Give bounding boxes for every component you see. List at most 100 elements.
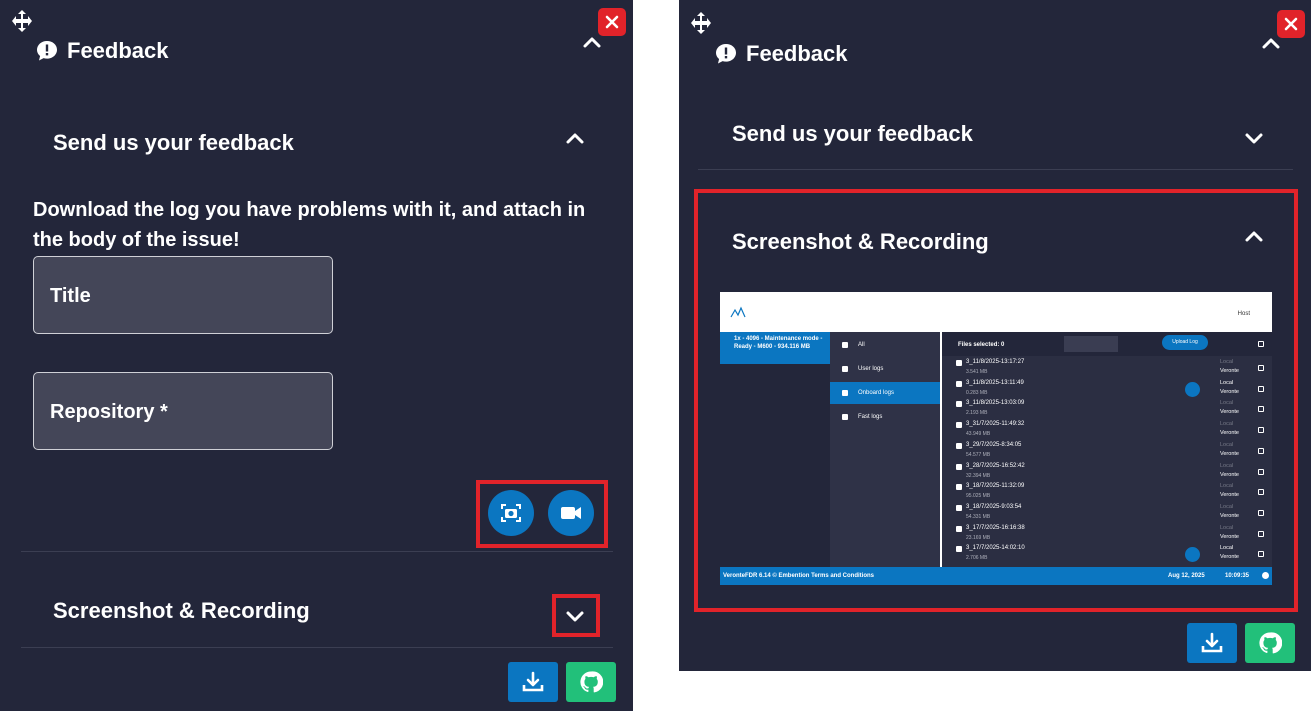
log-remote: Veronte bbox=[1220, 471, 1239, 478]
log-name: 3_11/8/2025-13:17:27 bbox=[966, 359, 1025, 365]
preview-log-row: 3_11/8/2025-13:11:49 0.283 MB Local Veronte bbox=[942, 379, 1272, 400]
preview-checkbox bbox=[1258, 385, 1264, 392]
log-icon bbox=[956, 546, 962, 553]
app-logo-icon bbox=[730, 306, 746, 318]
log-name: 3_17/7/2025-14:02:10 bbox=[966, 545, 1025, 552]
github-button[interactable] bbox=[1245, 623, 1295, 663]
log-icon bbox=[956, 463, 962, 470]
send-feedback-chevron-down-icon[interactable] bbox=[1242, 126, 1266, 150]
preview-nav-item: All bbox=[830, 334, 940, 356]
log-local: Local bbox=[1220, 462, 1234, 469]
log-remote: Veronte bbox=[1220, 409, 1239, 416]
close-icon bbox=[1284, 17, 1298, 31]
log-local: Local bbox=[1220, 359, 1234, 365]
section-divider bbox=[21, 647, 613, 648]
log-local: Local bbox=[1220, 524, 1234, 531]
preview-checkbox bbox=[1258, 365, 1264, 371]
preview-files-selected: Files selected: 0 bbox=[958, 342, 1005, 348]
preview-nav-item: Fast logs bbox=[830, 406, 940, 428]
chart-icon bbox=[1185, 381, 1200, 397]
screenshot-section-title[interactable]: Screenshot & Recording bbox=[732, 229, 989, 255]
github-icon bbox=[580, 671, 603, 693]
video-camera-icon bbox=[561, 507, 581, 519]
preview-checkbox bbox=[1258, 551, 1264, 558]
preview-device-list bbox=[720, 364, 830, 567]
github-button[interactable] bbox=[566, 662, 616, 702]
preview-log-row: 3_28/7/2025-16:52:42 32.394 MB Local Veront… bbox=[942, 462, 1272, 483]
log-icon bbox=[956, 422, 962, 429]
log-local: Local bbox=[1220, 503, 1234, 510]
preview-checkbox bbox=[1258, 341, 1264, 347]
log-size: 43.949 MB bbox=[966, 431, 991, 438]
screenshot-section-chevron-up-icon[interactable] bbox=[1242, 225, 1266, 249]
preview-device-info: 1x - 4096 - Maintenance mode - Ready - M… bbox=[720, 332, 830, 364]
log-size: 0.283 MB bbox=[966, 389, 988, 396]
download-log-button[interactable] bbox=[508, 662, 558, 702]
preview-footer: VeronteFDR 6.14 © Embention Terms and Co… bbox=[720, 567, 1272, 585]
camera-icon bbox=[501, 504, 521, 522]
send-feedback-chevron-up-icon[interactable] bbox=[563, 127, 587, 151]
close-icon bbox=[605, 15, 619, 29]
move-drag-icon[interactable] bbox=[10, 9, 34, 33]
log-remote: Veronte bbox=[1220, 492, 1239, 499]
preview-checkbox bbox=[1258, 489, 1264, 496]
preview-nav-item-active: Onboard logs bbox=[830, 382, 940, 404]
preview-upload-button: Upload Log bbox=[1162, 335, 1208, 350]
record-video-button[interactable] bbox=[548, 490, 594, 536]
preview-log-row: 3_11/8/2025-13:03:09 2.193 MB Local Veronte bbox=[942, 399, 1272, 420]
preview-log-row: 3_17/7/2025-14:02:10 2.706 MB Local Veronte bbox=[942, 544, 1272, 565]
download-log-button[interactable] bbox=[1187, 623, 1237, 663]
feedback-panel-expanded: Feedback Send us your feedback Download … bbox=[0, 0, 633, 711]
send-feedback-section-title[interactable]: Send us your feedback bbox=[53, 130, 294, 156]
log-size: 3.541 MB bbox=[966, 369, 988, 375]
log-size: 2.193 MB bbox=[966, 410, 988, 417]
log-name: 3_18/7/2025-9:03:54 bbox=[966, 503, 1022, 510]
preview-topbar: Host bbox=[720, 292, 1272, 330]
preview-toolbar: Files selected: 0 Upload Log bbox=[942, 332, 1272, 356]
preview-footer-date: Aug 12, 2025 bbox=[1168, 573, 1205, 579]
feedback-description: Download the log you have problems with … bbox=[33, 199, 586, 251]
collapse-panel-chevron-up-icon[interactable] bbox=[580, 31, 604, 55]
repository-field-placeholder: Repository * bbox=[50, 401, 168, 423]
screenshot-section-title[interactable]: Screenshot & Recording bbox=[53, 598, 310, 624]
preview-nav-item: User logs bbox=[830, 358, 940, 380]
log-icon bbox=[956, 360, 962, 366]
log-remote: Veronte bbox=[1220, 554, 1239, 561]
panel-header: Feedback bbox=[35, 38, 169, 64]
title-field-placeholder: Title bbox=[50, 285, 91, 307]
feedback-exclamation-icon bbox=[716, 44, 736, 64]
log-remote: Veronte bbox=[1220, 533, 1239, 540]
log-icon bbox=[956, 504, 962, 511]
log-name: 3_28/7/2025-16:52:42 bbox=[966, 462, 1025, 469]
preview-log-row: 3_17/7/2025-16:16:38 23.169 MB Local Veront… bbox=[942, 524, 1272, 545]
move-drag-icon[interactable] bbox=[689, 11, 713, 35]
preview-checkbox bbox=[1258, 427, 1264, 434]
preview-log-row: 3_18/7/2025-9:03:54 54.331 MB Local Veronte bbox=[942, 503, 1272, 524]
section-divider bbox=[698, 169, 1293, 170]
collapse-panel-chevron-up-icon[interactable] bbox=[1259, 32, 1283, 56]
preview-checkbox bbox=[1258, 530, 1264, 537]
send-feedback-section-title[interactable]: Send us your feedback bbox=[732, 121, 973, 147]
log-name: 3_11/8/2025-13:11:49 bbox=[966, 379, 1024, 386]
repository-field[interactable]: Repository * bbox=[33, 372, 333, 450]
log-icon bbox=[956, 525, 962, 532]
preview-tools bbox=[1064, 336, 1118, 352]
screenshot-button[interactable] bbox=[488, 490, 534, 536]
log-name: 3_31/7/2025-11:49:32 bbox=[966, 421, 1025, 428]
preview-nav: All User logs Onboard logs Fast logs bbox=[830, 332, 940, 567]
user-icon bbox=[842, 366, 848, 372]
panel-title: Feedback bbox=[67, 38, 169, 63]
log-remote: Veronte bbox=[1220, 450, 1239, 457]
github-icon bbox=[1259, 632, 1282, 654]
preview-log-row: 3_18/7/2025-11:32:09 95.025 MB Local Veront… bbox=[942, 482, 1272, 503]
preview-footer-version: VeronteFDR 6.14 © Embention Terms and Co… bbox=[723, 573, 874, 579]
log-local: Local bbox=[1220, 421, 1234, 428]
preview-host-label: Host bbox=[1237, 311, 1250, 317]
preview-log-list: Files selected: 0 Upload Log 3_11/8/2025… bbox=[942, 332, 1272, 567]
title-field[interactable]: Title bbox=[33, 256, 333, 334]
theme-icon bbox=[1262, 572, 1269, 579]
log-name: 3_29/7/2025-8:34:05 bbox=[966, 441, 1022, 448]
screenshot-section-chevron-down-icon[interactable] bbox=[563, 604, 587, 628]
panel-title: Feedback bbox=[746, 41, 848, 66]
log-local: Local bbox=[1220, 400, 1234, 407]
